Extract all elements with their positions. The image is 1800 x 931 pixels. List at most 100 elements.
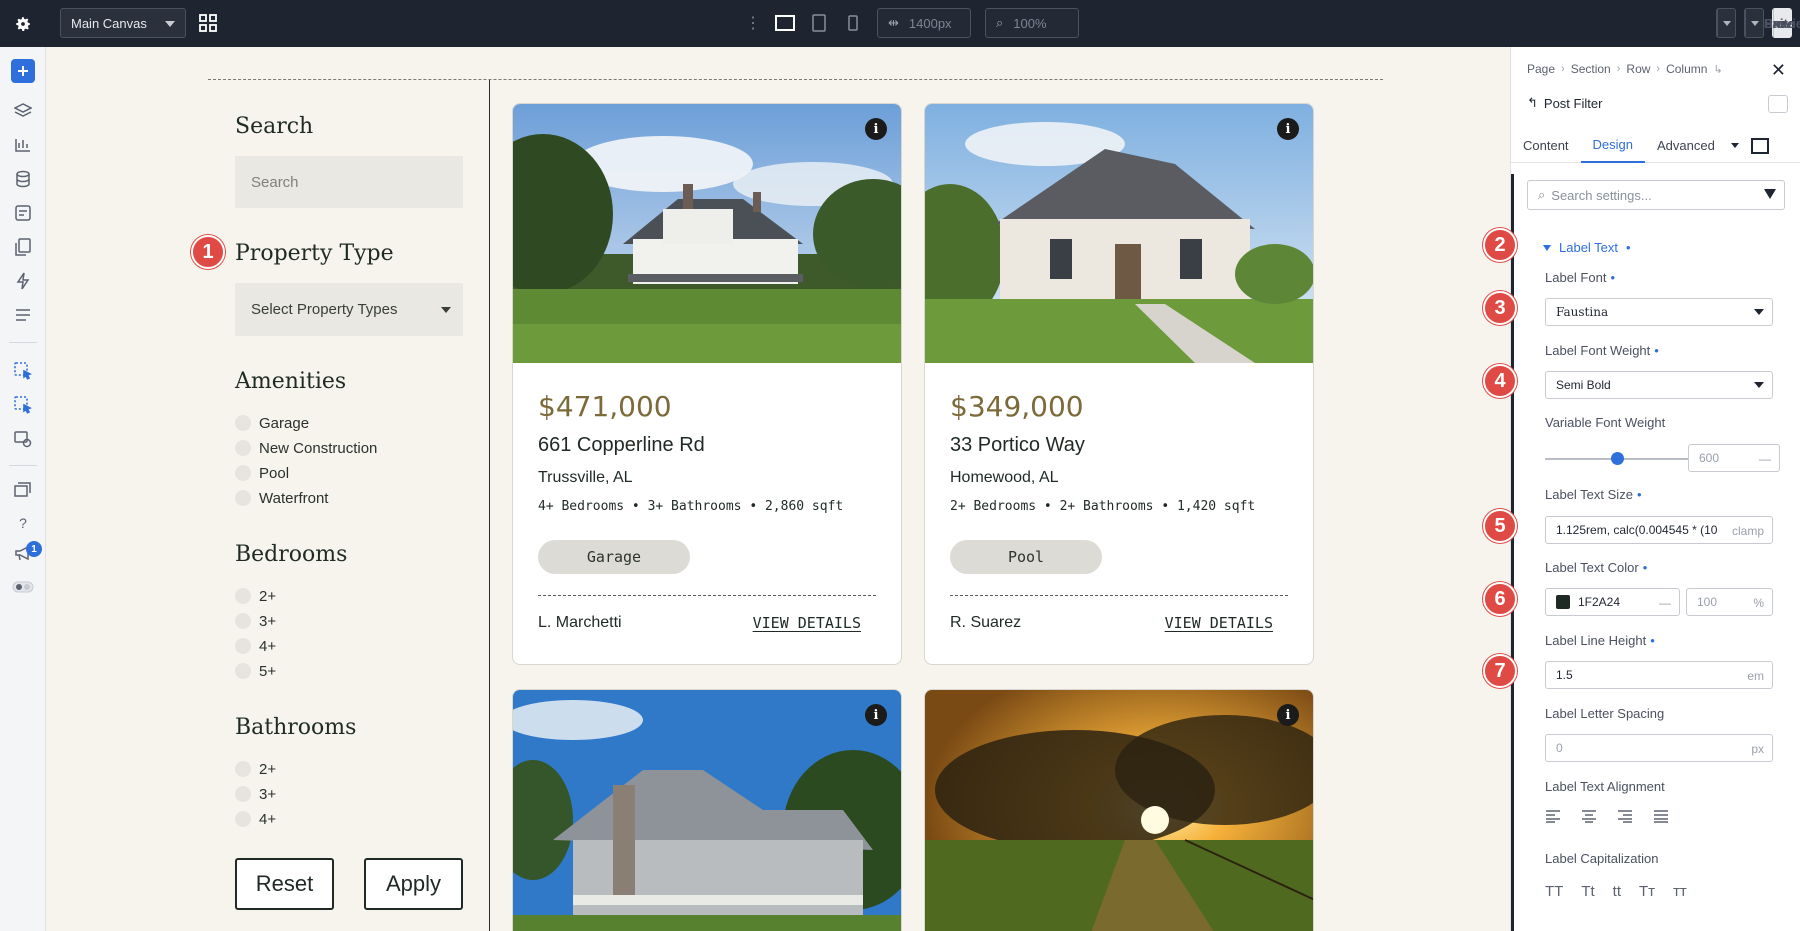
bedroom-option[interactable]: 4+ xyxy=(235,636,276,656)
help-icon[interactable]: ? xyxy=(11,511,35,535)
bedroom-option[interactable]: 3+ xyxy=(235,611,276,631)
radio-icon[interactable] xyxy=(235,415,251,431)
bedroom-option[interactable]: 2+ xyxy=(235,586,276,606)
desktop-view-icon[interactable] xyxy=(775,13,795,33)
chevron-down-icon[interactable] xyxy=(1730,143,1739,148)
pages-icon[interactable] xyxy=(11,235,35,259)
label-text-color-input[interactable]: 1F2A24 — xyxy=(1545,588,1680,616)
info-icon[interactable]: i xyxy=(1277,118,1299,140)
align-left-icon[interactable] xyxy=(1545,809,1561,823)
settings-search-input[interactable]: ⌕ Search settings... xyxy=(1527,180,1785,210)
database-icon[interactable] xyxy=(11,167,35,191)
radio-icon[interactable] xyxy=(235,613,251,629)
theme-toggle-icon[interactable] xyxy=(11,575,35,599)
breadcrumb-item[interactable]: Row xyxy=(1626,62,1650,76)
canvas-width-field[interactable]: ⇹ 1400px xyxy=(877,8,971,38)
component-settings-icon[interactable] xyxy=(11,427,35,451)
variable-font-weight-input[interactable]: 600 — xyxy=(1688,444,1780,472)
label-line-height-input[interactable]: 1.5 em xyxy=(1545,661,1773,689)
amenity-option[interactable]: Waterfront xyxy=(235,488,328,508)
save-button[interactable]: Save xyxy=(1764,8,1794,38)
label-font-select[interactable]: Faustina xyxy=(1545,298,1773,326)
radio-icon[interactable] xyxy=(235,465,251,481)
cap-uppercase-option[interactable]: TT xyxy=(1545,883,1563,900)
amenity-option[interactable]: Pool xyxy=(235,463,289,483)
breadcrumb-item[interactable]: Section xyxy=(1571,62,1611,76)
library-icon[interactable] xyxy=(11,133,35,157)
tab-design[interactable]: Design xyxy=(1580,129,1646,163)
cap-lowercase-option[interactable]: tt xyxy=(1613,883,1621,900)
property-card[interactable]: i $349,000 33 Portico Way Homewood, AL 2… xyxy=(924,103,1314,665)
back-arrow-icon[interactable]: ↰ xyxy=(1527,95,1538,111)
post-filter-alt-icon[interactable] xyxy=(11,393,35,417)
bathroom-option[interactable]: 2+ xyxy=(235,759,276,779)
bathroom-option[interactable]: 4+ xyxy=(235,809,276,829)
property-type-select[interactable]: Select Property Types xyxy=(235,283,463,336)
zoom-field[interactable]: ⌕ 100% xyxy=(985,8,1079,38)
radio-icon[interactable] xyxy=(235,663,251,679)
label-text-size-unit[interactable]: clamp xyxy=(1732,524,1764,538)
label-line-height-unit[interactable]: em xyxy=(1747,669,1764,683)
canvas-select[interactable]: Main Canvas xyxy=(60,8,186,38)
module-options-icon[interactable] xyxy=(1768,95,1788,113)
slider-handle[interactable] xyxy=(1611,452,1624,465)
post-filter-icon[interactable] xyxy=(11,359,35,383)
chevron-down-icon[interactable] xyxy=(1717,9,1735,37)
property-card[interactable]: i xyxy=(924,689,1314,931)
label-letter-spacing-unit[interactable]: px xyxy=(1751,742,1764,756)
reset-button[interactable]: Reset xyxy=(235,858,334,910)
label-letter-spacing-input[interactable]: 0 px xyxy=(1545,734,1773,762)
label-text-group-toggle[interactable]: Label Text • xyxy=(1543,240,1631,255)
label-font-weight-select[interactable]: Semi Bold xyxy=(1545,371,1773,399)
stack-icon[interactable] xyxy=(11,477,35,501)
align-justify-icon[interactable] xyxy=(1653,809,1669,823)
exit-button[interactable]: Exit xyxy=(1716,8,1788,38)
filter-icon[interactable] xyxy=(1764,189,1776,199)
add-icon[interactable] xyxy=(11,59,35,83)
cap-capitalize-option[interactable]: Tt xyxy=(1581,883,1594,900)
label-text-color-opacity[interactable]: 100 % xyxy=(1686,588,1773,616)
align-center-icon[interactable] xyxy=(1581,809,1597,823)
info-icon[interactable]: i xyxy=(1277,704,1299,726)
amenity-option[interactable]: New Construction xyxy=(235,438,377,458)
tablet-view-icon[interactable] xyxy=(809,13,829,33)
bathroom-option[interactable]: 3+ xyxy=(235,784,276,804)
view-details-link[interactable]: VIEW DETAILS xyxy=(753,614,861,632)
radio-icon[interactable] xyxy=(235,761,251,777)
radio-icon[interactable] xyxy=(235,786,251,802)
property-card[interactable]: i $471,000 661 Copperline Rd Trussville,… xyxy=(512,103,902,665)
preview-box-icon[interactable] xyxy=(1750,137,1769,154)
breadcrumb-item[interactable]: Column xyxy=(1666,62,1707,76)
view-details-link[interactable]: VIEW DETAILS xyxy=(1165,614,1273,632)
cap-mixed-option[interactable]: Tт xyxy=(1639,883,1655,900)
cap-smallcaps-option[interactable]: ᴛᴛ xyxy=(1673,883,1687,900)
close-icon[interactable]: ✕ xyxy=(1771,60,1786,81)
radio-icon[interactable] xyxy=(235,588,251,604)
more-vertical-icon[interactable]: ⋮ xyxy=(745,13,761,33)
bedroom-option[interactable]: 5+ xyxy=(235,661,276,681)
radio-icon[interactable] xyxy=(235,811,251,827)
lightning-icon[interactable] xyxy=(11,269,35,293)
list-icon[interactable] xyxy=(11,303,35,327)
amenity-option[interactable]: Garage xyxy=(235,413,309,433)
breadcrumb-item[interactable]: Page xyxy=(1527,62,1555,76)
property-card[interactable]: i xyxy=(512,689,902,931)
apply-button[interactable]: Apply xyxy=(364,858,463,910)
gear-icon[interactable] xyxy=(0,0,46,47)
color-swatch[interactable] xyxy=(1556,595,1570,609)
align-right-icon[interactable] xyxy=(1617,809,1633,823)
variable-font-weight-slider[interactable] xyxy=(1545,458,1710,460)
grid-icon[interactable] xyxy=(198,13,218,38)
info-icon[interactable]: i xyxy=(865,118,887,140)
tab-advanced[interactable]: Advanced xyxy=(1645,129,1727,163)
layers-icon[interactable] xyxy=(11,99,35,123)
phone-view-icon[interactable] xyxy=(843,13,863,33)
template-icon[interactable] xyxy=(11,201,35,225)
label-text-size-input[interactable]: 1.125rem, calc(0.004545 * (10 clamp xyxy=(1545,516,1773,544)
radio-icon[interactable] xyxy=(235,440,251,456)
radio-icon[interactable] xyxy=(235,638,251,654)
radio-icon[interactable] xyxy=(235,490,251,506)
info-icon[interactable]: i xyxy=(865,704,887,726)
tab-content[interactable]: Content xyxy=(1511,129,1581,163)
search-input[interactable]: Search xyxy=(235,156,463,208)
